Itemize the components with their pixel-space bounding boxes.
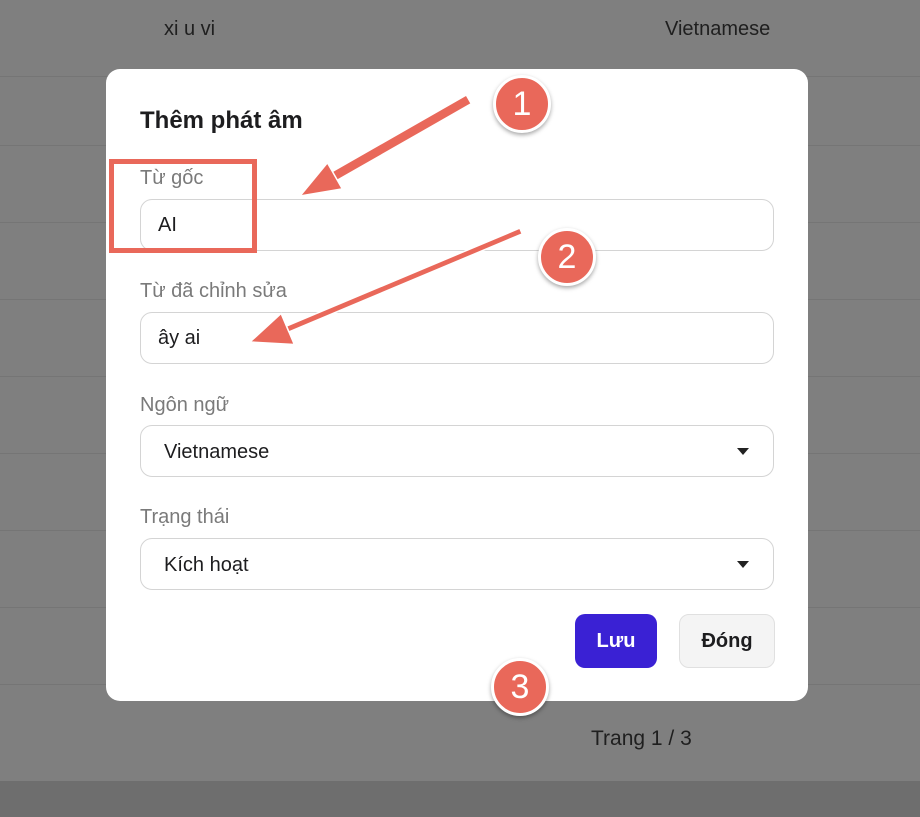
annotation-badge-3: 3 (491, 658, 549, 716)
annotation-badge-1: 1 (493, 75, 551, 133)
annotation-arrow-1 (299, 94, 473, 197)
annotation-badge-2: 2 (538, 228, 596, 286)
annotation-arrows (249, 94, 523, 346)
annotation-arrow-2 (249, 227, 523, 346)
